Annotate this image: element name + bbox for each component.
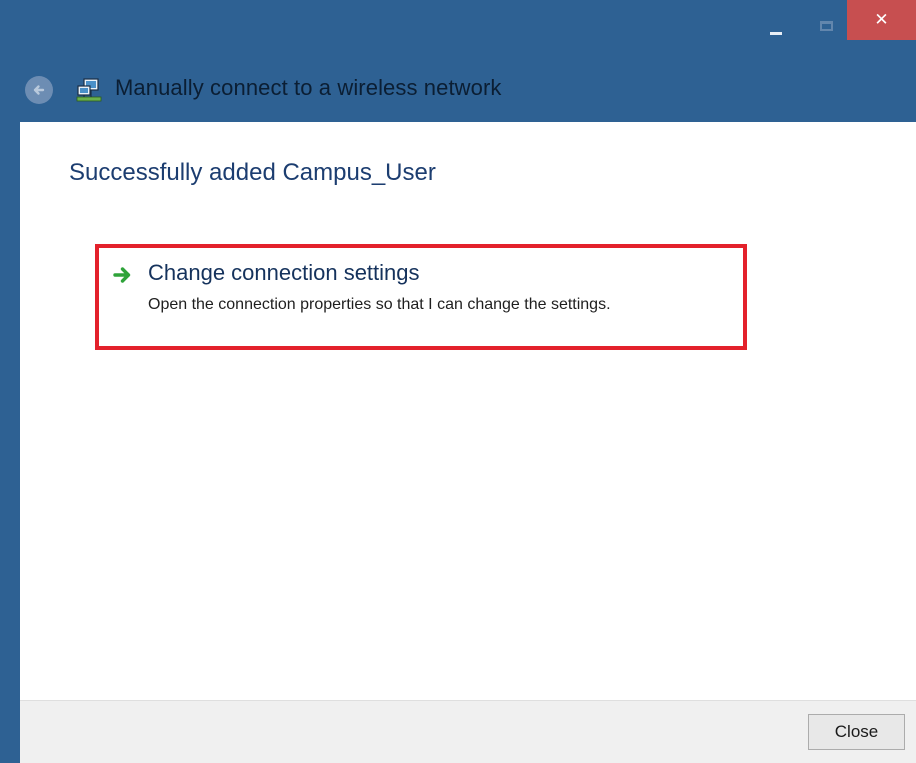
close-button[interactable]: Close: [808, 714, 905, 750]
change-connection-settings-link[interactable]: Change connection settings Open the conn…: [95, 244, 747, 350]
close-icon: ✕: [874, 10, 889, 30]
command-link-title: Change connection settings: [148, 260, 420, 285]
title-bar: ✕ Manually connect to a wireless network: [0, 0, 916, 122]
maximize-icon: [819, 21, 833, 31]
back-button[interactable]: [25, 76, 53, 104]
close-window-button[interactable]: ✕: [847, 0, 916, 40]
page-heading: Successfully added Campus_User: [69, 159, 436, 186]
minimize-icon: [770, 31, 782, 35]
command-link-description: Open the connection properties so that I…: [148, 296, 611, 313]
network-icon: [76, 78, 102, 102]
window-title: Manually connect to a wireless network: [115, 75, 502, 100]
content-area: Successfully added Campus_User Change co…: [20, 122, 916, 700]
green-arrow-icon: [113, 267, 131, 283]
button-bar: Close: [20, 700, 916, 763]
maximize-button[interactable]: [811, 8, 841, 44]
back-arrow-icon: [33, 85, 45, 95]
wireless-wizard-window: ✕ Manually connect to a wireless network…: [0, 0, 916, 763]
minimize-button[interactable]: [761, 8, 791, 44]
